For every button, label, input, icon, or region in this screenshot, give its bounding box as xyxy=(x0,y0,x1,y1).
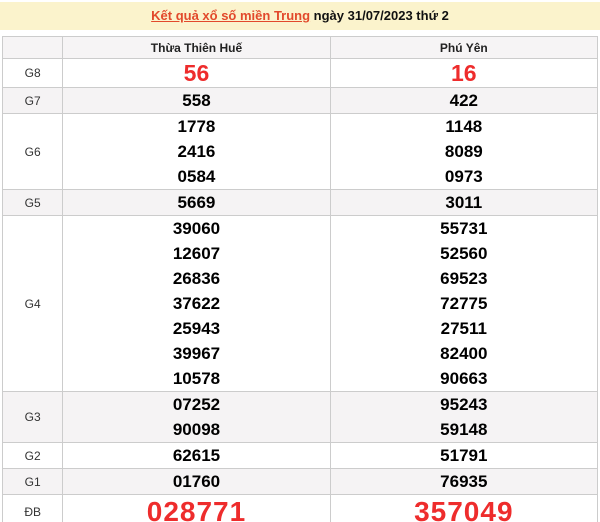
numbers-cell-hue: 558 xyxy=(62,87,331,114)
prize-number: 12607 xyxy=(172,244,221,263)
prize-label: G3 xyxy=(1,391,64,443)
prize-number: 3011 xyxy=(445,193,483,212)
numbers-cell-phuyen: 95243 59148 xyxy=(329,391,599,443)
prize-number: 90663 xyxy=(440,369,488,388)
results-table: Thừa Thiên Huế Phú Yên G8 56 16 G7 558 422 G6 1… xyxy=(1,36,599,522)
prize-number: 51791 xyxy=(440,446,488,465)
numbers-cell-phuyen: 357049 xyxy=(329,494,599,522)
prize-row-g6: G6 1778 2416 0584 1148 8089 0973 xyxy=(1,113,599,190)
prize-row-g4: G4 39060 12607 26836 37622 25943 39967 10578 557… xyxy=(1,215,599,392)
prize-number: 10578 xyxy=(172,369,221,388)
prize-number: 422 xyxy=(449,91,478,110)
numbers-cell-phuyen: 76935 xyxy=(329,468,599,495)
prize-number: 0973 xyxy=(444,167,483,186)
results-title-link[interactable]: Kết quả xổ số miền Trung xyxy=(151,8,310,23)
numbers-cell-phuyen: 16 xyxy=(329,58,599,88)
lottery-results-page: Kết quả xổ số miền Trung ngày 31/07/2023… xyxy=(0,0,600,522)
column-header-thua-thien-hue: Thừa Thiên Huế xyxy=(62,36,331,59)
prize-number: 69523 xyxy=(440,269,488,288)
numbers-cell-phuyen: 3011 xyxy=(329,189,599,216)
column-header-phu-yen: Phú Yên xyxy=(329,36,599,59)
prize-number: 558 xyxy=(182,91,211,110)
numbers-cell-phuyen: 422 xyxy=(329,87,599,114)
prize-label: G7 xyxy=(1,87,64,114)
results-banner: Kết quả xổ số miền Trung ngày 31/07/2023… xyxy=(0,2,600,30)
prize-number: 1778 xyxy=(177,117,216,136)
numbers-cell-hue: 56 xyxy=(62,58,331,88)
prize-number: 90098 xyxy=(172,420,221,439)
numbers-cell-hue: 07252 90098 xyxy=(62,391,331,443)
prize-number: 59148 xyxy=(440,420,488,439)
prize-number: 56 xyxy=(183,60,210,86)
corner-cell xyxy=(1,36,64,59)
prize-label: G4 xyxy=(1,215,64,392)
prize-row-g3: G3 07252 90098 95243 59148 xyxy=(1,391,599,443)
prize-number: 0584 xyxy=(177,167,216,186)
numbers-cell-phuyen: 55731 52560 69523 72775 27511 82400 90663 xyxy=(329,215,599,392)
prize-number: 01760 xyxy=(172,472,221,491)
prize-label: G2 xyxy=(1,442,64,469)
results-date: ngày 31/07/2023 thứ 2 xyxy=(310,8,449,23)
prize-number: 39060 xyxy=(172,219,221,238)
prize-number: 5669 xyxy=(177,193,216,212)
prize-number: 16 xyxy=(451,60,477,86)
prize-number: 76935 xyxy=(440,472,488,491)
prize-label: G8 xyxy=(1,58,64,88)
prize-number: 26836 xyxy=(172,269,221,288)
prize-number: 25943 xyxy=(172,319,221,338)
prize-number: 2416 xyxy=(177,142,216,161)
numbers-cell-phuyen: 1148 8089 0973 xyxy=(329,113,599,190)
column-header-row: Thừa Thiên Huế Phú Yên xyxy=(1,36,599,59)
prize-number: 82400 xyxy=(440,344,488,363)
numbers-cell-hue: 028771 xyxy=(62,494,331,522)
prize-row-đb: ĐB 028771 357049 xyxy=(1,494,599,522)
prize-number: 07252 xyxy=(172,395,221,414)
prize-number: 95243 xyxy=(440,395,488,414)
prize-label: G6 xyxy=(1,113,64,190)
prize-number: 62615 xyxy=(172,446,221,465)
prize-number: 8089 xyxy=(444,142,483,161)
prize-label: G1 xyxy=(1,468,64,495)
prize-number: 27511 xyxy=(440,319,487,338)
numbers-cell-hue: 5669 xyxy=(62,189,331,216)
prize-label: G5 xyxy=(1,189,64,216)
prize-number: 1148 xyxy=(445,117,483,136)
prize-number: 55731 xyxy=(440,219,488,238)
prize-number: 028771 xyxy=(146,496,247,522)
prize-row-g2: G2 62615 51791 xyxy=(1,442,599,469)
numbers-cell-hue: 39060 12607 26836 37622 25943 39967 10578 xyxy=(62,215,331,392)
numbers-cell-phuyen: 51791 xyxy=(329,442,599,469)
numbers-cell-hue: 62615 xyxy=(62,442,331,469)
prize-row-g8: G8 56 16 xyxy=(1,58,599,88)
prize-row-g5: G5 5669 3011 xyxy=(1,189,599,216)
numbers-cell-hue: 1778 2416 0584 xyxy=(62,113,331,190)
prize-number: 39967 xyxy=(172,344,221,363)
prize-number: 72775 xyxy=(440,294,488,313)
prize-row-g1: G1 01760 76935 xyxy=(1,468,599,495)
prize-row-g7: G7 558 422 xyxy=(1,87,599,114)
prize-number: 37622 xyxy=(172,294,221,313)
prize-number: 357049 xyxy=(414,496,514,522)
prize-label: ĐB xyxy=(1,494,64,522)
numbers-cell-hue: 01760 xyxy=(62,468,331,495)
prize-number: 52560 xyxy=(440,244,488,263)
